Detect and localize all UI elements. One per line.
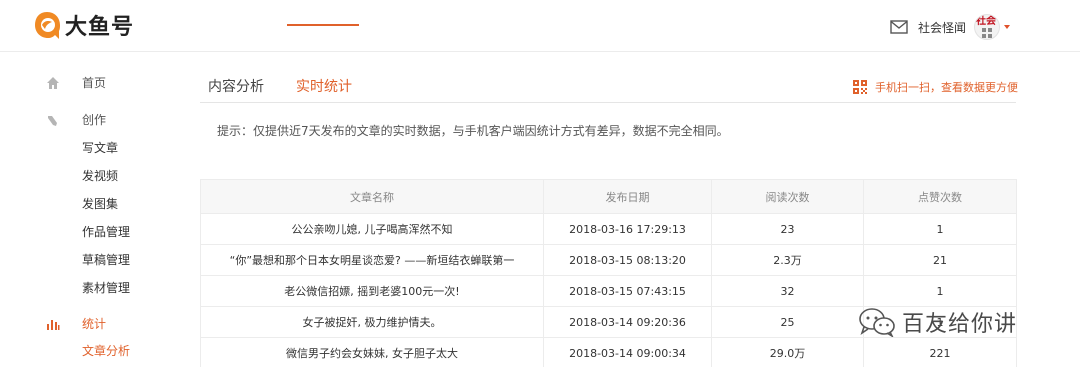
sidebar-item-post-gallery[interactable]: 发图集 xyxy=(82,195,118,212)
sidebar-item-drafts[interactable]: 草稿管理 xyxy=(82,251,130,268)
watermark-text: 百友给你讲 xyxy=(902,312,1018,337)
sidebar-item-works[interactable]: 作品管理 xyxy=(82,223,130,240)
table-row: 微信男子约会女妹妹, 女子胆子太大 2018-03-14 09:00:34 29… xyxy=(200,337,1017,367)
sidebar-item-post-video[interactable]: 发视频 xyxy=(82,167,118,184)
avatar-text: 社会 xyxy=(976,16,996,27)
tabs-divider xyxy=(200,102,1016,103)
mail-icon[interactable] xyxy=(890,20,908,34)
tip-text: 提示：仅提供近7天发布的文章的实时数据，与手机客户端因统计方式有差异，数据不完全… xyxy=(217,124,729,138)
avatar[interactable]: 社会 xyxy=(974,14,1000,40)
tab-content-analysis[interactable]: 内容分析 xyxy=(208,76,264,96)
like-count: 221 xyxy=(863,337,1017,367)
active-tab-underline xyxy=(287,24,359,26)
chevron-down-icon[interactable] xyxy=(1004,25,1010,29)
logo-text: 大鱼号 xyxy=(65,15,135,40)
qr-code-icon xyxy=(853,80,867,94)
user-name[interactable]: 社会怪闻 xyxy=(918,19,966,36)
logo[interactable]: 大鱼号 xyxy=(33,9,134,41)
read-count: 29.0万 xyxy=(711,337,864,367)
article-title[interactable]: 公公亲吻儿媳, 儿子喝高浑然不知 xyxy=(200,213,544,245)
like-count: 1 xyxy=(863,213,1017,245)
sidebar-item-home-label: 首页 xyxy=(82,76,107,90)
article-title[interactable]: “你”最想和那个日本女明星谈恋爱? ——新垣结衣蝉联第一 xyxy=(200,244,544,276)
table-header-row: 文章名称 发布日期 阅读次数 点赞次数 xyxy=(200,179,1017,214)
sidebar-item-stats[interactable]: 统计 xyxy=(46,315,106,332)
table-row: 公公亲吻儿媳, 儿子喝高浑然不知 2018-03-16 17:29:13 23 … xyxy=(200,213,1017,245)
publish-date: 2018-03-14 09:00:34 xyxy=(543,337,712,367)
sidebar-item-materials[interactable]: 素材管理 xyxy=(82,279,130,296)
sidebar-item-stats-label: 统计 xyxy=(82,317,107,331)
table-row: 老公微信招嫖, 摇到老婆100元一次! 2018-03-15 07:43:15 … xyxy=(200,275,1017,307)
qr-scan-link[interactable]: 手机扫一扫，查看数据更方便 xyxy=(853,79,1018,95)
realtime-stats-table: 文章名称 发布日期 阅读次数 点赞次数 公公亲吻儿媳, 儿子喝高浑然不知 201… xyxy=(200,179,1017,367)
watermark: 百友给你讲 xyxy=(858,306,1017,338)
publish-date: 2018-03-15 08:13:20 xyxy=(543,244,712,276)
logo-icon xyxy=(35,12,60,39)
column-header-reads: 阅读次数 xyxy=(711,179,864,214)
article-title[interactable]: 女子被捉奸, 极力维护情夫。 xyxy=(200,306,544,338)
sidebar-item-create-label: 创作 xyxy=(82,113,107,127)
read-count: 23 xyxy=(711,213,864,245)
qr-scan-text: 手机扫一扫，查看数据更方便 xyxy=(875,81,1018,94)
article-title[interactable]: 老公微信招嫖, 摇到老婆100元一次! xyxy=(200,275,544,307)
read-count: 2.3万 xyxy=(711,244,864,276)
read-count: 32 xyxy=(711,275,864,307)
bar-chart-icon xyxy=(47,319,60,330)
publish-date: 2018-03-16 17:29:13 xyxy=(543,213,712,245)
like-count: 1 xyxy=(863,275,1017,307)
sidebar-item-create[interactable]: 创作 xyxy=(46,111,106,128)
publish-date: 2018-03-15 07:43:15 xyxy=(543,275,712,307)
sidebar-item-home[interactable]: 首页 xyxy=(46,74,106,91)
wechat-icon xyxy=(859,308,895,337)
tab-realtime-stats[interactable]: 实时统计 xyxy=(296,76,352,96)
article-title[interactable]: 微信男子约会女妹妹, 女子胆子太大 xyxy=(200,337,544,367)
read-count: 25 xyxy=(711,306,864,338)
sidebar-item-article-analysis[interactable]: 文章分析 xyxy=(82,342,130,359)
column-header-likes: 点赞次数 xyxy=(863,179,1017,214)
avatar-grid-icon xyxy=(982,28,992,38)
table-row: “你”最想和那个日本女明星谈恋爱? ——新垣结衣蝉联第一 2018-03-15 … xyxy=(200,244,1017,276)
publish-date: 2018-03-14 09:20:36 xyxy=(543,306,712,338)
pencil-icon xyxy=(48,115,57,126)
sidebar-item-write-article[interactable]: 写文章 xyxy=(82,139,118,156)
top-header: 大鱼号 社会怪闻 社会 xyxy=(0,0,1080,52)
home-icon xyxy=(47,76,59,89)
column-header-date: 发布日期 xyxy=(543,179,712,214)
like-count: 21 xyxy=(863,244,1017,276)
header-user-area: 社会怪闻 社会 xyxy=(890,14,1010,40)
column-header-title: 文章名称 xyxy=(200,179,544,214)
